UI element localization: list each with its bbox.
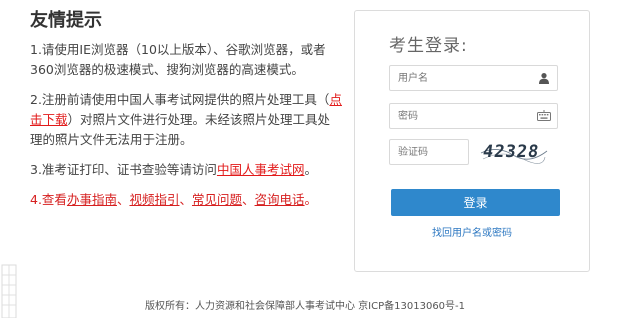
separator: 、 — [116, 192, 130, 207]
notice-panel: 友情提示 1.请使用IE浏览器（10以上版本）、谷歌浏览器，或者360浏览器的极… — [30, 8, 342, 220]
recover-account-link[interactable]: 找回用户名或密码 — [432, 224, 512, 239]
tip-help-prefix: 4.查看 — [30, 192, 67, 207]
login-panel: 考生登录: 42328 登录 找回用户名或密码 — [354, 10, 590, 272]
keyboard-icon[interactable] — [537, 110, 551, 122]
tip-help-links: 4.查看办事指南、视频指引、常见问题、咨询电话。 — [30, 190, 342, 210]
faq-link[interactable]: 常见问题 — [192, 192, 242, 207]
tip-help-suffix: 。 — [304, 192, 318, 207]
tip-photo-tool: 2.注册前请使用中国人事考试网提供的照片处理工具（点击下载）对照片文件进行处理。… — [30, 90, 342, 150]
separator: 、 — [242, 192, 255, 207]
guide-link[interactable]: 办事指南 — [67, 192, 117, 207]
contact-phone-link[interactable]: 咨询电话 — [255, 192, 305, 207]
tip-cpta-site: 3.准考证打印、证书查验等请访问中国人事考试网。 — [30, 160, 342, 180]
captcha-text: 42328 — [481, 142, 541, 162]
captcha-field-wrapper — [389, 139, 469, 165]
cpta-website-link[interactable]: 中国人事考试网 — [217, 162, 305, 177]
username-field-wrapper — [389, 65, 558, 91]
tip-photo-tool-text-before: 2.注册前请使用中国人事考试网提供的照片处理工具（ — [30, 92, 330, 107]
notice-title: 友情提示 — [30, 10, 102, 31]
password-input[interactable] — [390, 104, 557, 129]
copyright-footer: 版权所有：人力资源和社会保障部人事考试中心 京ICP备13013060号-1 — [145, 301, 466, 312]
video-guide-link[interactable]: 视频指引 — [129, 192, 179, 207]
username-input[interactable] — [390, 66, 557, 91]
captcha-input[interactable] — [390, 140, 468, 165]
tip-cpta-text-before: 3.准考证打印、证书查验等请访问 — [30, 162, 217, 177]
tip-browser: 1.请使用IE浏览器（10以上版本）、谷歌浏览器，或者360浏览器的极速模式、搜… — [30, 42, 326, 77]
separator: 、 — [179, 192, 192, 207]
tip-cpta-text-after: 。 — [304, 162, 317, 177]
password-field-wrapper — [389, 103, 558, 129]
login-button[interactable]: 登录 — [391, 189, 560, 216]
building-decoration-icon — [1, 264, 17, 318]
user-icon — [539, 73, 549, 84]
login-title: 考生登录: — [389, 36, 468, 56]
captcha-image[interactable]: 42328 — [479, 139, 549, 165]
tip-photo-tool-text-after: ）对照片文件进行处理。未经该照片处理工具处理的照片文件无法用于注册。 — [30, 112, 331, 147]
